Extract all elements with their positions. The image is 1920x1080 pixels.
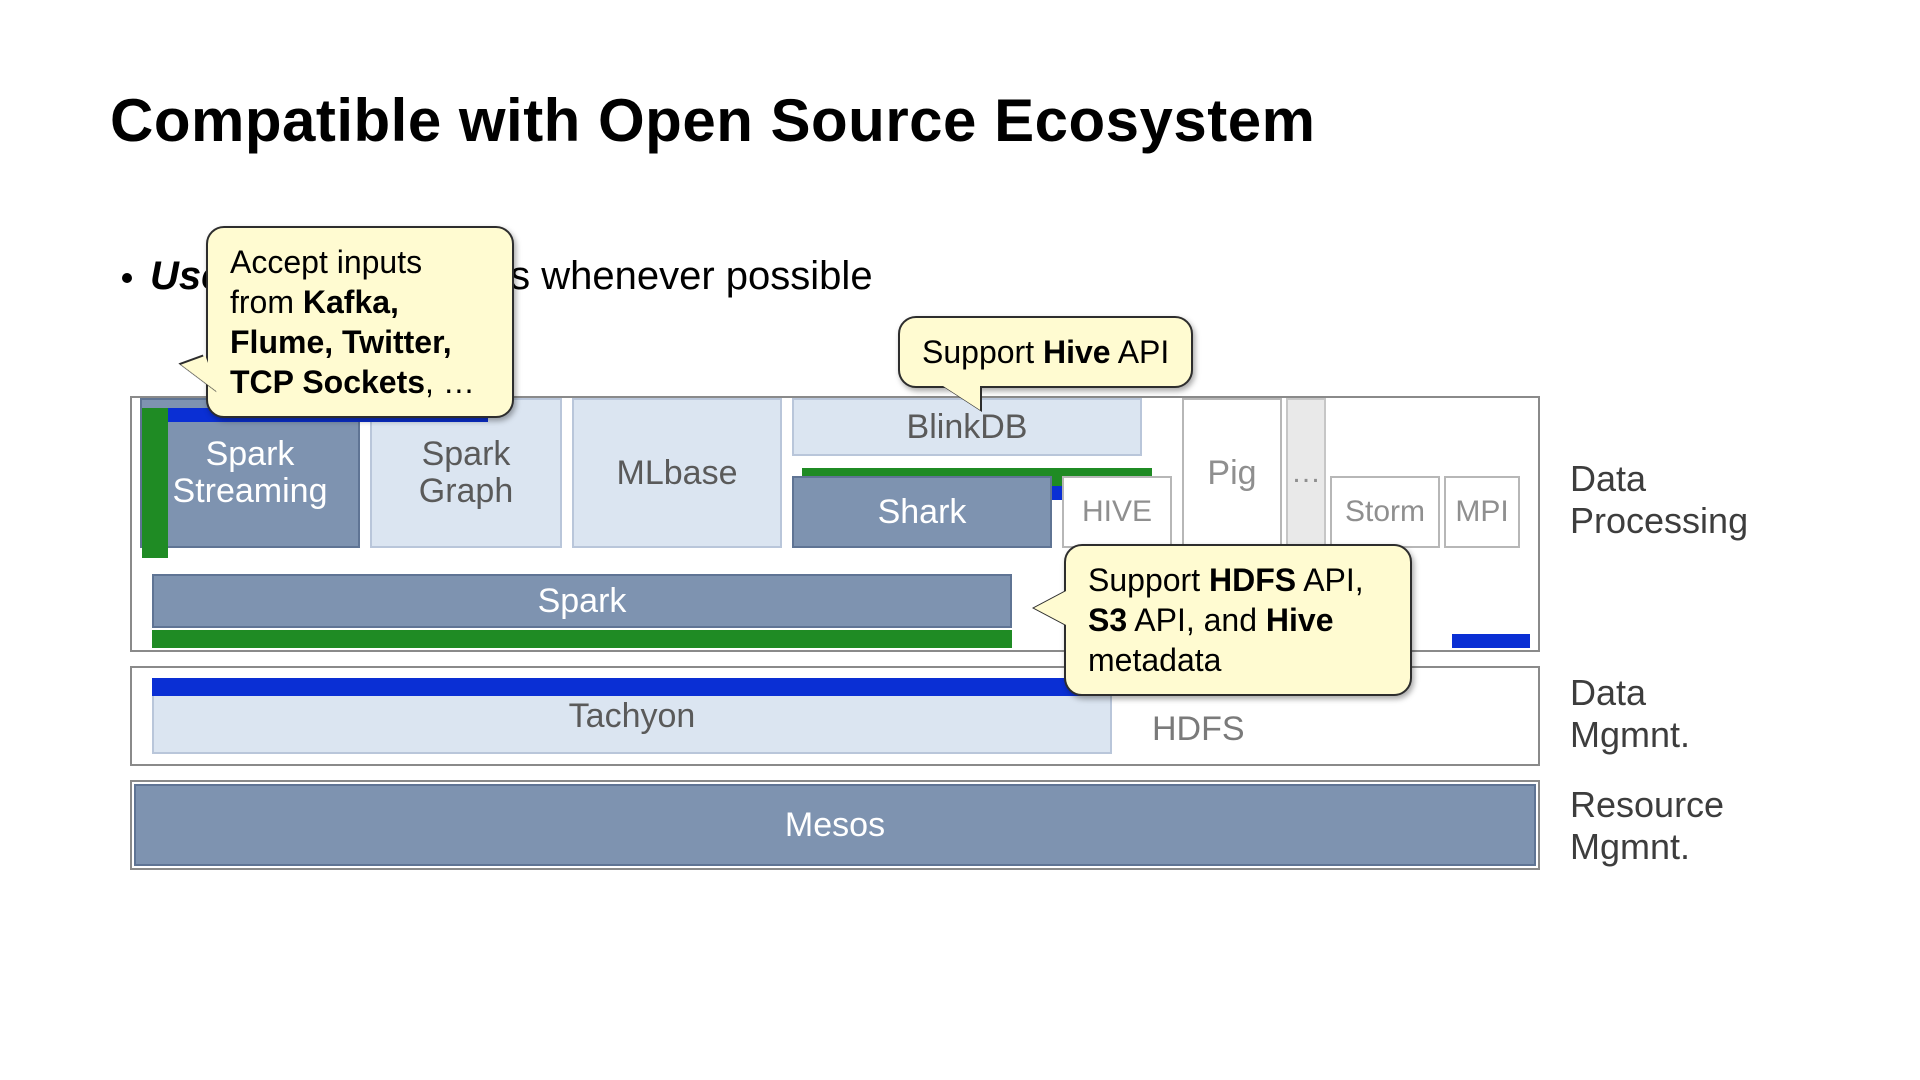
callout-hdfs: Support HDFS API, S3 API, and Hive metad… bbox=[1064, 544, 1412, 696]
box-spark: Spark bbox=[152, 574, 1012, 628]
callout-tail-icon bbox=[1034, 590, 1068, 626]
callout-hdfs-l2: S3 API, and Hive bbox=[1088, 600, 1388, 640]
callout-inputs-l4: TCP Sockets, … bbox=[230, 362, 490, 402]
blue-accent-bar bbox=[152, 678, 1112, 696]
box-mesos: Mesos bbox=[134, 784, 1536, 866]
label-data-processing: DataProcessing bbox=[1570, 458, 1748, 542]
callout-inputs-l2b: Kafka, bbox=[303, 284, 399, 320]
callout-hive-pre: Support bbox=[922, 334, 1043, 370]
box-ellipsis: … bbox=[1286, 398, 1326, 548]
box-hive: HIVE bbox=[1062, 476, 1172, 548]
callout-inputs: Accept inputs from Kafka, Flume, Twitter… bbox=[206, 226, 514, 418]
box-shark: Shark bbox=[792, 476, 1052, 548]
blue-accent-bar bbox=[1452, 634, 1530, 648]
slide-title: Compatible with Open Source Ecosystem bbox=[110, 86, 1315, 155]
box-pig: Pig bbox=[1182, 398, 1282, 548]
box-storm: Storm bbox=[1330, 476, 1440, 548]
box-mpi: MPI bbox=[1444, 476, 1520, 548]
green-accent-bar bbox=[152, 630, 1012, 648]
callout-hive: Support Hive API bbox=[898, 316, 1193, 388]
green-accent-bar bbox=[142, 408, 168, 558]
box-hdfs: HDFS bbox=[1132, 704, 1512, 754]
bullet-dot-icon bbox=[122, 273, 132, 283]
callout-inputs-l2: from Kafka, bbox=[230, 282, 490, 322]
label-data-mgmt: DataMgmnt. bbox=[1570, 672, 1690, 756]
callout-tail-icon bbox=[940, 384, 980, 410]
callout-inputs-l3: Flume, Twitter, bbox=[230, 322, 490, 362]
callout-hive-b: Hive bbox=[1043, 334, 1111, 370]
callout-inputs-l1: Accept inputs bbox=[230, 242, 490, 282]
callout-hive-post: API bbox=[1111, 334, 1170, 370]
callout-inputs-l2a: from bbox=[230, 284, 303, 320]
callout-hdfs-l1: Support HDFS API, bbox=[1088, 560, 1388, 600]
label-resource-mgmt: ResourceMgmnt. bbox=[1570, 784, 1724, 868]
box-mlbase: MLbase bbox=[572, 398, 782, 548]
bullet-rest: ces whenever possible bbox=[468, 254, 873, 298]
layer-resource-mgmt: Mesos bbox=[130, 780, 1540, 870]
callout-hdfs-l3: metadata bbox=[1088, 640, 1388, 680]
